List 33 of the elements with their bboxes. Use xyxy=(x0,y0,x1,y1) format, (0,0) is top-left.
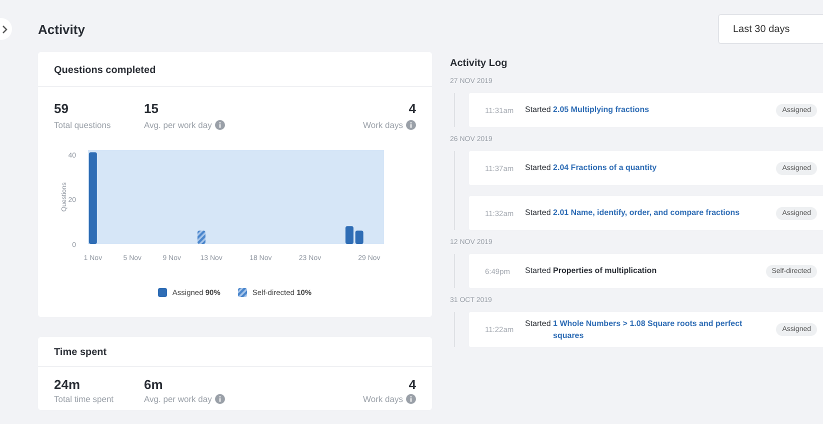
chevron-right-icon xyxy=(2,24,8,34)
page-title: Activity xyxy=(38,22,86,36)
card-title: Time spent xyxy=(38,337,432,367)
entry-text: Started 2.04 Fractions of a quantity xyxy=(525,162,658,174)
entry-text: Started 2.05 Multiplying fractions xyxy=(525,104,650,116)
card-title: Questions completed xyxy=(38,52,432,87)
stat-label: Work days xyxy=(363,394,403,404)
date-range-dropdown[interactable]: Last 30 days xyxy=(718,14,823,44)
info-icon[interactable] xyxy=(214,394,225,404)
lesson-link[interactable]: 2.01 Name, identify, order, and compare fractions xyxy=(553,207,740,219)
legend-swatch-icon xyxy=(158,288,168,297)
lesson-link[interactable]: 1 Whole Numbers > 1.08 Square roots and perfect squares xyxy=(553,318,744,342)
lesson-link[interactable]: 2.04 Fractions of a quantity xyxy=(553,162,657,174)
stat-label: Total time spent xyxy=(54,394,114,404)
stat-label: Total questions xyxy=(54,120,111,130)
stat-value: 4 xyxy=(408,101,416,116)
entry-text: Started Properties of multiplication xyxy=(525,265,658,277)
stat-value: 6m xyxy=(144,377,164,392)
stat-label: Avg. per work day xyxy=(144,120,212,130)
stat-label: Work days xyxy=(363,120,403,130)
info-icon[interactable] xyxy=(406,394,416,404)
legend-swatch-icon xyxy=(238,288,248,297)
info-icon[interactable] xyxy=(406,120,416,130)
stat-value: 15 xyxy=(144,101,160,116)
info-icon[interactable] xyxy=(214,120,225,130)
stat-value: 24m xyxy=(54,377,82,392)
entry-text: Started 2.01 Name, identify, order, and compare fractions xyxy=(525,207,741,219)
stat-value: 4 xyxy=(408,377,416,392)
lesson-link[interactable]: 2.05 Multiplying fractions xyxy=(553,104,650,116)
entry-text: Started 1 Whole Numbers > 1.08 Square roots and perfect squares xyxy=(525,318,744,342)
section-title: Activity Log xyxy=(450,57,508,69)
stat-label: Avg. per work day xyxy=(144,394,212,404)
stat-value: 59 xyxy=(54,101,70,116)
